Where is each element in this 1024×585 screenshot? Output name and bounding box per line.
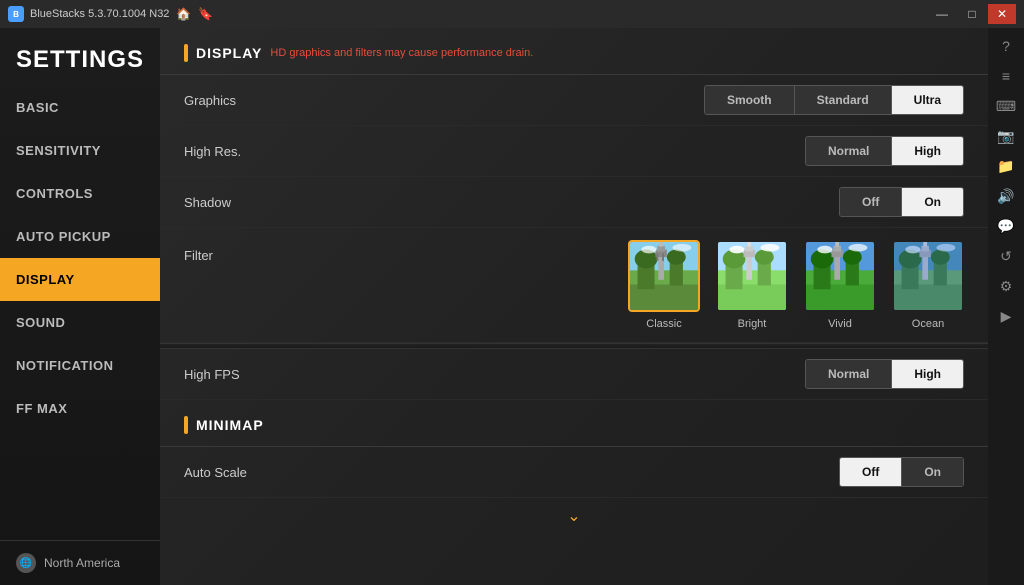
region-icon: 🌐 [16,553,36,573]
filter-bright[interactable]: Bright [716,240,788,330]
minimize-button[interactable]: — [928,4,956,24]
high-fps-row: High FPS Normal High [160,349,988,400]
filter-ocean-label: Ocean [912,318,944,330]
shadow-row: Shadow Off On [160,177,988,228]
sidebar-item-ff-max[interactable]: FF MAX [0,387,160,430]
performance-warning: performance drain. [441,47,533,59]
home-icon[interactable]: 🏠 [175,6,191,22]
section-bar-minimap [184,416,188,434]
menu-icon[interactable]: ≡ [992,62,1020,90]
title-bar: B BlueStacks 5.3.70.1004 N32 🏠 🔖 — □ ✕ [0,0,1024,28]
filter-classic-thumb[interactable] [628,240,700,312]
shadow-off[interactable]: Off [840,188,902,216]
high-fps-normal[interactable]: Normal [806,360,892,388]
filter-bright-thumb[interactable] [716,240,788,312]
sidebar-item-notification[interactable]: NOTIFICATION [0,344,160,387]
folder-icon[interactable]: 📁 [992,152,1020,180]
filter-vivid[interactable]: Vivid [804,240,876,330]
main-layout: SETTINGS BASIC SENSITIVITY CONTROLS AUTO… [0,28,1024,585]
sidebar-item-display[interactable]: DISPLAY [0,258,160,301]
graphics-row: Graphics Smooth Standard Ultra [160,75,988,126]
auto-scale-off[interactable]: Off [840,458,902,486]
display-title: DISPLAY [196,45,262,61]
camera-icon[interactable]: 📷 [992,122,1020,150]
gamepad-icon[interactable]: ⌨ [992,92,1020,120]
display-subtitle: HD graphics and filters may cause perfor… [270,47,533,59]
title-bar-left: B BlueStacks 5.3.70.1004 N32 🏠 🔖 [8,6,213,22]
rotate-icon[interactable]: ↺ [992,242,1020,270]
play-icon[interactable]: ▶ [992,302,1020,330]
sidebar: SETTINGS BASIC SENSITIVITY CONTROLS AUTO… [0,28,160,585]
section-bar-display [184,44,188,62]
filter-classic-label: Classic [646,318,681,330]
sidebar-item-sensitivity[interactable]: SENSITIVITY [0,129,160,172]
filter-vivid-thumb[interactable] [804,240,876,312]
high-fps-controls: Normal High [805,359,964,389]
auto-scale-row: Auto Scale Off On [160,447,988,498]
auto-scale-controls: Off On [839,457,964,487]
display-section-header: DISPLAY HD graphics and filters may caus… [160,28,988,75]
volume-icon[interactable]: 🔊 [992,182,1020,210]
shadow-controls: Off On [839,187,964,217]
filter-ocean-thumb[interactable] [892,240,964,312]
filter-bright-label: Bright [738,318,767,330]
graphics-controls: Smooth Standard Ultra [704,85,964,115]
chat-icon[interactable]: 💬 [992,212,1020,240]
high-res-row: High Res. Normal High [160,126,988,177]
sidebar-footer: 🌐 North America [0,540,160,585]
minimap-section-header: MINIMAP [160,400,988,447]
auto-scale-btn-group: Off On [839,457,964,487]
filter-options: Classic [628,240,964,330]
high-fps-btn-group: Normal High [805,359,964,389]
sidebar-item-sound[interactable]: SOUND [0,301,160,344]
auto-scale-on[interactable]: On [902,458,963,486]
graphics-standard[interactable]: Standard [795,86,892,114]
graphics-smooth[interactable]: Smooth [705,86,795,114]
close-button[interactable]: ✕ [988,4,1016,24]
sidebar-nav: BASIC SENSITIVITY CONTROLS AUTO PICKUP D… [0,86,160,540]
auto-scale-label: Auto Scale [184,465,304,480]
shadow-btn-group: Off On [839,187,964,217]
high-res-btn-group: Normal High [805,136,964,166]
graphics-ultra[interactable]: Ultra [892,86,963,114]
chevron-row: ⌄ [160,498,988,534]
high-res-label: High Res. [184,144,304,159]
help-icon[interactable]: ? [992,32,1020,60]
maximize-button[interactable]: □ [958,4,986,24]
right-sidebar: ? ≡ ⌨ 📷 📁 🔊 💬 ↺ ⚙ ▶ [988,28,1024,585]
filter-row: Filter [160,228,988,343]
settings-icon[interactable]: ⚙ [992,272,1020,300]
graphics-btn-group: Smooth Standard Ultra [704,85,964,115]
content-area: DISPLAY HD graphics and filters may caus… [160,28,988,585]
window-controls: — □ ✕ [928,4,1016,24]
shadow-on[interactable]: On [902,188,963,216]
filter-classic[interactable]: Classic [628,240,700,330]
high-fps-high[interactable]: High [892,360,963,388]
settings-title: SETTINGS [0,28,160,86]
high-res-high[interactable]: High [892,137,963,165]
filter-vivid-label: Vivid [828,318,852,330]
filter-label: Filter [184,240,304,263]
bluestacks-logo: B [8,6,24,22]
scroll-down-chevron[interactable]: ⌄ [567,506,580,526]
graphics-label: Graphics [184,93,304,108]
sidebar-item-basic[interactable]: BASIC [0,86,160,129]
sidebar-item-auto-pickup[interactable]: AUTO PICKUP [0,215,160,258]
sidebar-item-controls[interactable]: CONTROLS [0,172,160,215]
high-res-normal[interactable]: Normal [806,137,892,165]
shadow-label: Shadow [184,195,304,210]
minimap-title: MINIMAP [196,417,264,433]
high-res-controls: Normal High [805,136,964,166]
high-fps-label: High FPS [184,367,304,382]
app-title: BlueStacks 5.3.70.1004 N32 [30,8,169,20]
bookmark-icon[interactable]: 🔖 [197,6,213,22]
region-label: North America [44,556,120,570]
filter-ocean[interactable]: Ocean [892,240,964,330]
